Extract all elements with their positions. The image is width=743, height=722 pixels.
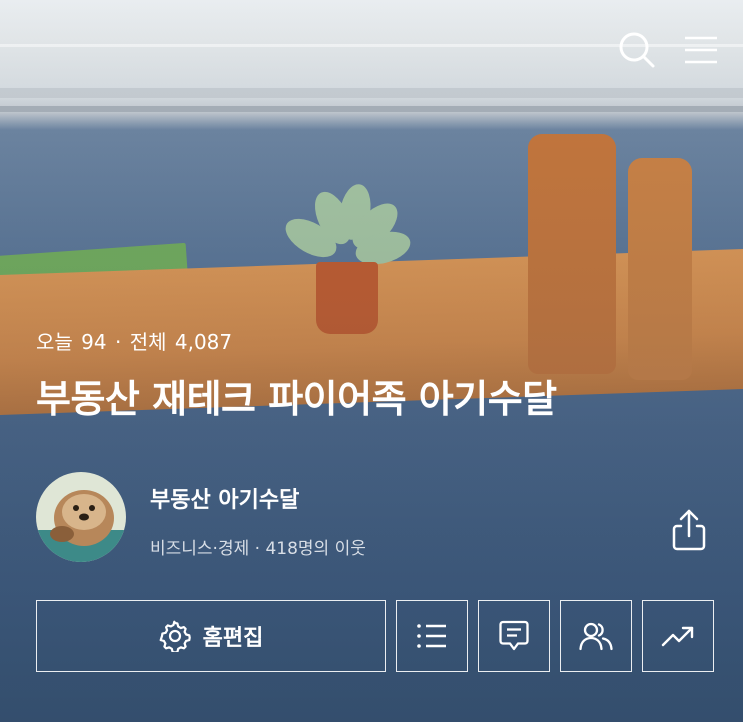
blog-title: 부동산 재테크 파이어족 아기수달 — [36, 377, 557, 421]
neighbor-count: · 418명의 이웃 — [254, 539, 366, 559]
total-count: 4,087 — [174, 330, 233, 354]
search-button[interactable] — [617, 30, 657, 70]
avatar[interactable] — [36, 472, 126, 562]
blog-category: 비즈니스·경제 — [150, 539, 250, 559]
profile-info: 부동산 아기수달 비즈니스·경제 · 418명의 이웃 — [150, 472, 366, 559]
total-label: 전체 — [129, 330, 167, 354]
comment-icon — [499, 620, 529, 651]
action-bar: 홈편집 — [36, 600, 714, 672]
statistics-button[interactable] — [642, 600, 714, 672]
post-list-button[interactable] — [396, 600, 468, 672]
share-button[interactable] — [669, 508, 709, 552]
trend-icon — [661, 626, 694, 647]
edit-home-button[interactable]: 홈편집 — [36, 600, 386, 672]
list-icon — [417, 624, 446, 648]
profile-section: 부동산 아기수달 비즈니스·경제 · 418명의 이웃 — [36, 472, 366, 562]
hamburger-menu-icon — [685, 36, 717, 64]
gear-icon — [159, 620, 191, 652]
share-icon — [672, 509, 706, 551]
stats-separator: · — [114, 330, 122, 354]
today-label: 오늘 — [36, 330, 73, 354]
profile-meta: 비즈니스·경제 · 418명의 이웃 — [150, 534, 366, 559]
search-icon — [619, 32, 655, 68]
blog-cover: 오늘 94 · 전체 4,087 부동산 재테크 파이어족 아기수달 부동산 아… — [0, 0, 743, 722]
blogger-name[interactable]: 부동산 아기수달 — [150, 482, 366, 514]
neighbors-button[interactable] — [560, 600, 632, 672]
otter-avatar-image — [36, 472, 126, 562]
top-toolbar — [617, 30, 721, 70]
visitor-stats: 오늘 94 · 전체 4,087 — [36, 326, 234, 355]
edit-home-label: 홈편집 — [202, 626, 264, 651]
people-icon — [579, 622, 613, 651]
guestbook-button[interactable] — [478, 600, 550, 672]
menu-button[interactable] — [681, 30, 721, 70]
today-count: 94 — [81, 330, 107, 354]
